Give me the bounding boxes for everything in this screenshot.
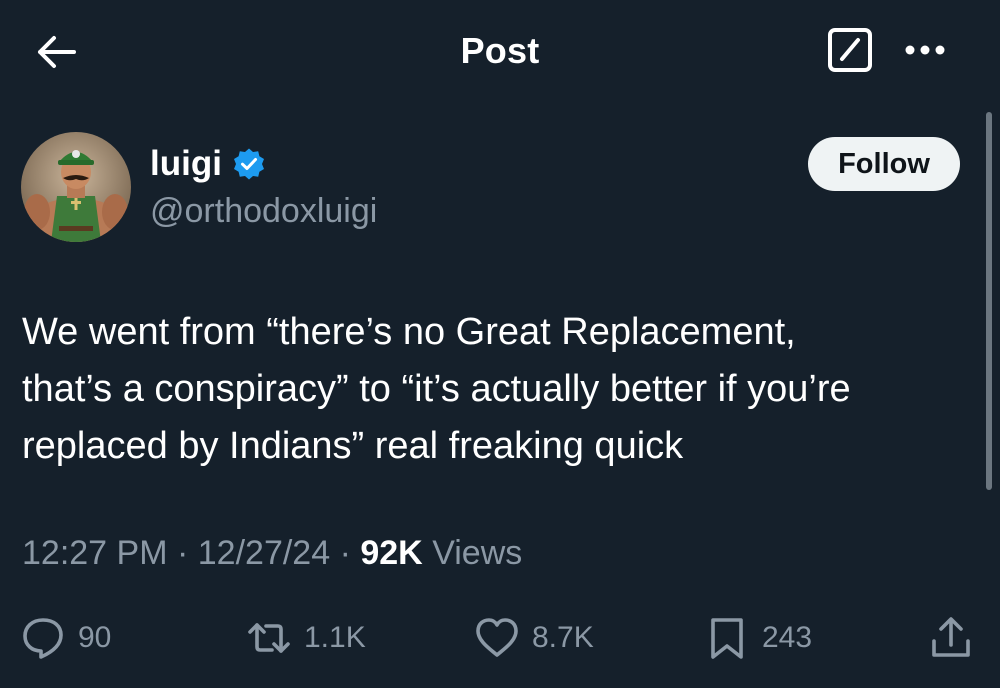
- views-label: Views: [432, 534, 523, 572]
- meta-separator: ·: [339, 534, 351, 572]
- bookmark-button[interactable]: 243: [704, 608, 812, 668]
- reply-icon: [20, 615, 66, 661]
- post-text-line: that’s a conspiracy” to “it’s actually b…: [22, 368, 851, 410]
- repost-icon: [246, 615, 292, 661]
- author-name-row: luigi: [150, 142, 266, 186]
- author-name[interactable]: luigi: [150, 144, 222, 184]
- post-time[interactable]: 12:27 PM: [22, 534, 168, 572]
- top-bar: Post: [0, 0, 1000, 105]
- post-text-line: replaced by Indians” real freaking quick: [22, 425, 684, 467]
- grok-button[interactable]: [826, 27, 874, 78]
- post-meta: 12:27 PM · 12/27/24 · 92K Views: [22, 534, 522, 573]
- reply-button[interactable]: 90: [20, 608, 111, 668]
- share-button[interactable]: [928, 608, 974, 668]
- author-handle[interactable]: @orthodoxluigi: [150, 192, 377, 231]
- more-horizontal-icon: [903, 43, 947, 61]
- repost-count: 1.1K: [304, 621, 366, 654]
- post-text: We went from “there’s no Great Replaceme…: [22, 304, 982, 475]
- views-count[interactable]: 92K: [360, 534, 422, 572]
- post-date[interactable]: 12/27/24: [198, 534, 330, 572]
- reply-count: 90: [78, 621, 112, 654]
- grok-icon: [827, 27, 873, 78]
- post-text-line: We went from “there’s no Great Replaceme…: [22, 311, 796, 353]
- heart-icon: [474, 615, 520, 661]
- post-screen: Post luigi @orthodoxluigi Follow We went…: [0, 0, 1000, 688]
- share-icon: [928, 615, 974, 661]
- like-count: 8.7K: [532, 621, 594, 654]
- meta-separator: ·: [176, 534, 189, 572]
- bookmark-count: 243: [762, 621, 813, 654]
- bookmark-icon: [704, 615, 750, 661]
- scrollbar[interactable]: [986, 112, 992, 490]
- like-button[interactable]: 8.7K: [474, 608, 594, 668]
- more-options-button[interactable]: [900, 28, 950, 76]
- action-bar: 90 1.1K 8.7K 243: [0, 608, 1000, 668]
- avatar[interactable]: [21, 132, 131, 242]
- verified-badge-icon[interactable]: [232, 147, 266, 181]
- follow-button[interactable]: Follow: [808, 137, 960, 191]
- repost-button[interactable]: 1.1K: [246, 608, 366, 668]
